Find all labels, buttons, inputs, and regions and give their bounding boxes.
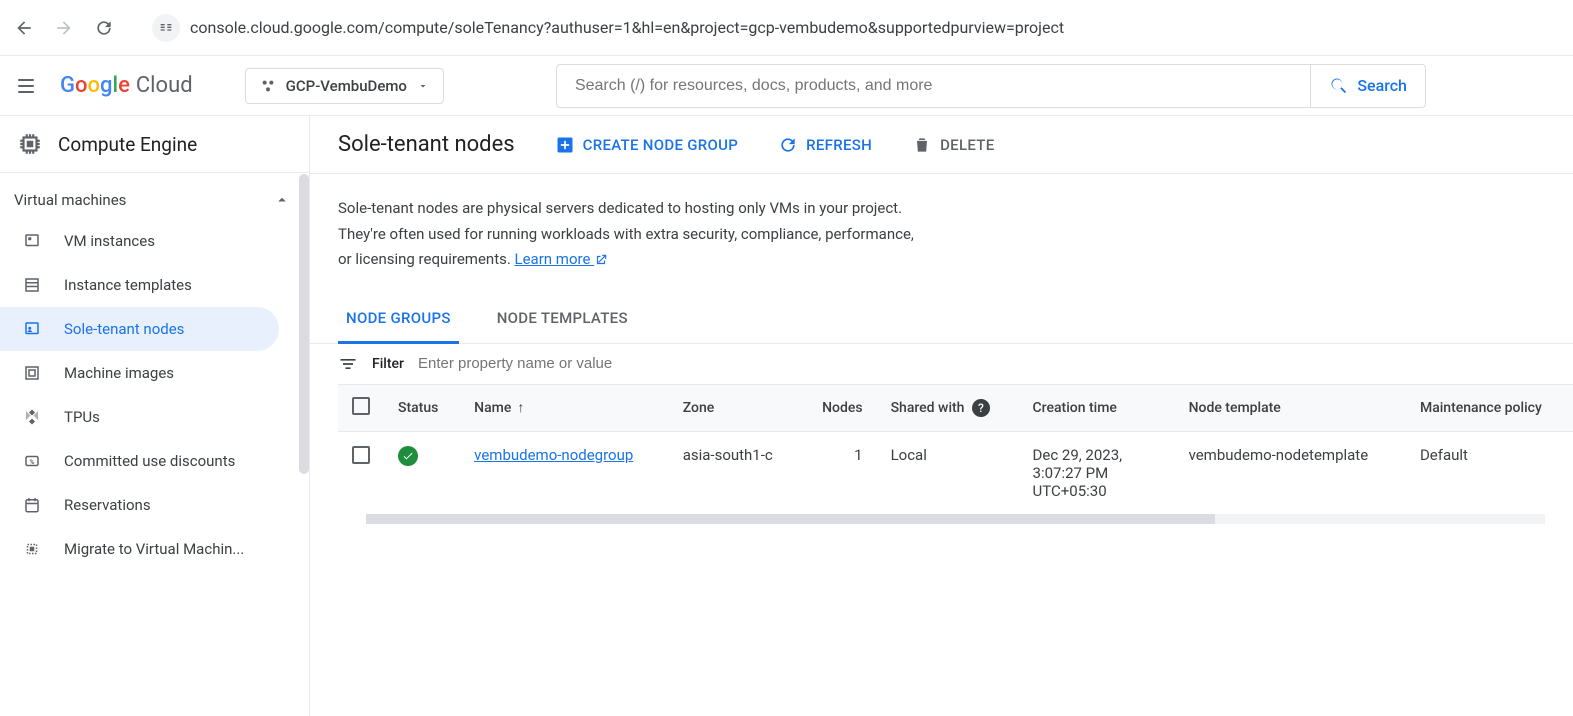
help-icon[interactable]: ? — [972, 399, 990, 417]
gcp-header: Google Cloud GCP-VembuDemo Search — [0, 56, 1573, 116]
browser-toolbar: console.cloud.google.com/compute/soleTen… — [0, 0, 1573, 56]
project-icon — [260, 78, 276, 94]
search-button[interactable]: Search — [1310, 65, 1425, 107]
reload-button[interactable] — [92, 16, 116, 40]
select-all-checkbox[interactable] — [352, 397, 370, 415]
svg-text:%: % — [30, 458, 35, 466]
back-button[interactable] — [12, 16, 36, 40]
machine-image-icon — [22, 363, 42, 383]
cell-shared-with: Local — [877, 431, 1019, 514]
col-creation-time[interactable]: Creation time — [1019, 384, 1175, 431]
create-node-group-button[interactable]: CREATE NODE GROUP — [555, 135, 739, 155]
sidebar-item-reservations[interactable]: Reservations — [0, 483, 279, 527]
search-bar: Search — [556, 64, 1426, 108]
vm-icon — [22, 231, 42, 251]
learn-more-link[interactable]: Learn more — [515, 250, 609, 268]
forward-button[interactable] — [52, 16, 76, 40]
table-row[interactable]: vembudemo-nodegroup asia-south1-c 1 Loca… — [338, 431, 1573, 514]
row-checkbox[interactable] — [352, 446, 370, 464]
logo-cloud-text: Cloud — [136, 73, 193, 98]
main-content: Sole-tenant nodes CREATE NODE GROUP REFR… — [310, 116, 1573, 716]
sort-arrow-icon: ↑ — [517, 400, 524, 416]
col-status[interactable]: Status — [384, 384, 460, 431]
sidebar-item-machine-images[interactable]: Machine images — [0, 351, 279, 395]
search-input[interactable] — [557, 77, 1310, 95]
discount-icon: % — [22, 451, 42, 471]
cell-node-template: vembudemo-nodetemplate — [1175, 431, 1406, 514]
col-node-template[interactable]: Node template — [1175, 384, 1406, 431]
page-title: Sole-tenant nodes — [338, 132, 515, 157]
sidebar-item-migrate[interactable]: Migrate to Virtual Machin... — [0, 527, 279, 571]
gcp-logo[interactable]: Google Cloud — [60, 73, 193, 98]
sidebar-item-vm-instances[interactable]: VM instances — [0, 219, 279, 263]
col-maintenance-policy[interactable]: Maintenance policy — [1406, 384, 1573, 431]
node-group-link[interactable]: vembudemo-nodegroup — [474, 446, 633, 464]
address-bar[interactable]: console.cloud.google.com/compute/soleTen… — [190, 18, 1064, 37]
sidebar: Compute Engine Virtual machines VM insta… — [0, 116, 310, 716]
col-name[interactable]: Name↑ — [460, 384, 669, 431]
reservation-icon — [22, 495, 42, 515]
col-nodes[interactable]: Nodes — [800, 384, 876, 431]
node-groups-table: Status Name↑ Zone Nodes Shared with ? Cr… — [338, 384, 1573, 514]
page-description: Sole-tenant nodes are physical servers d… — [310, 174, 1010, 285]
tab-node-groups[interactable]: NODE GROUPS — [338, 295, 459, 344]
filter-bar: Filter — [310, 344, 1573, 384]
chevron-up-icon — [273, 191, 291, 209]
delete-icon — [912, 135, 932, 155]
compute-engine-icon — [16, 130, 44, 158]
sole-tenant-icon — [22, 319, 42, 339]
cell-creation-time: Dec 29, 2023, 3:07:27 PM UTC+05:30 — [1019, 431, 1175, 514]
hamburger-menu[interactable] — [14, 74, 38, 98]
filter-label: Filter — [372, 356, 404, 372]
migrate-icon — [22, 539, 42, 559]
sidebar-scrollbar[interactable] — [299, 174, 309, 474]
product-title-row[interactable]: Compute Engine — [0, 116, 309, 173]
sidebar-section-virtual-machines[interactable]: Virtual machines — [0, 173, 309, 219]
cell-maintenance-policy: Default — [1406, 431, 1573, 514]
product-title: Compute Engine — [58, 133, 197, 156]
filter-input[interactable] — [418, 355, 1545, 372]
project-picker[interactable]: GCP-VembuDemo — [245, 68, 444, 104]
refresh-button[interactable]: REFRESH — [778, 135, 872, 155]
chevron-down-icon — [417, 80, 429, 92]
site-info-icon[interactable] — [152, 14, 180, 42]
sidebar-item-committed-use-discounts[interactable]: % Committed use discounts — [0, 439, 279, 483]
tabs: NODE GROUPS NODE TEMPLATES — [310, 295, 1573, 344]
refresh-icon — [778, 135, 798, 155]
tpu-icon — [22, 407, 42, 427]
horizontal-scrollbar[interactable] — [366, 514, 1545, 524]
cell-zone: asia-south1-c — [669, 431, 801, 514]
add-icon — [555, 135, 575, 155]
project-name: GCP-VembuDemo — [286, 77, 407, 95]
delete-button[interactable]: DELETE — [912, 135, 994, 155]
filter-icon — [338, 354, 358, 374]
tab-node-templates[interactable]: NODE TEMPLATES — [489, 295, 636, 343]
cell-nodes: 1 — [800, 431, 876, 514]
col-shared-with[interactable]: Shared with ? — [877, 384, 1019, 431]
template-icon — [22, 275, 42, 295]
sidebar-item-tpus[interactable]: TPUs — [0, 395, 279, 439]
col-zone[interactable]: Zone — [669, 384, 801, 431]
status-ok-icon — [398, 446, 418, 466]
sidebar-item-sole-tenant-nodes[interactable]: Sole-tenant nodes — [0, 307, 279, 351]
search-icon — [1329, 76, 1349, 96]
sidebar-item-instance-templates[interactable]: Instance templates — [0, 263, 279, 307]
